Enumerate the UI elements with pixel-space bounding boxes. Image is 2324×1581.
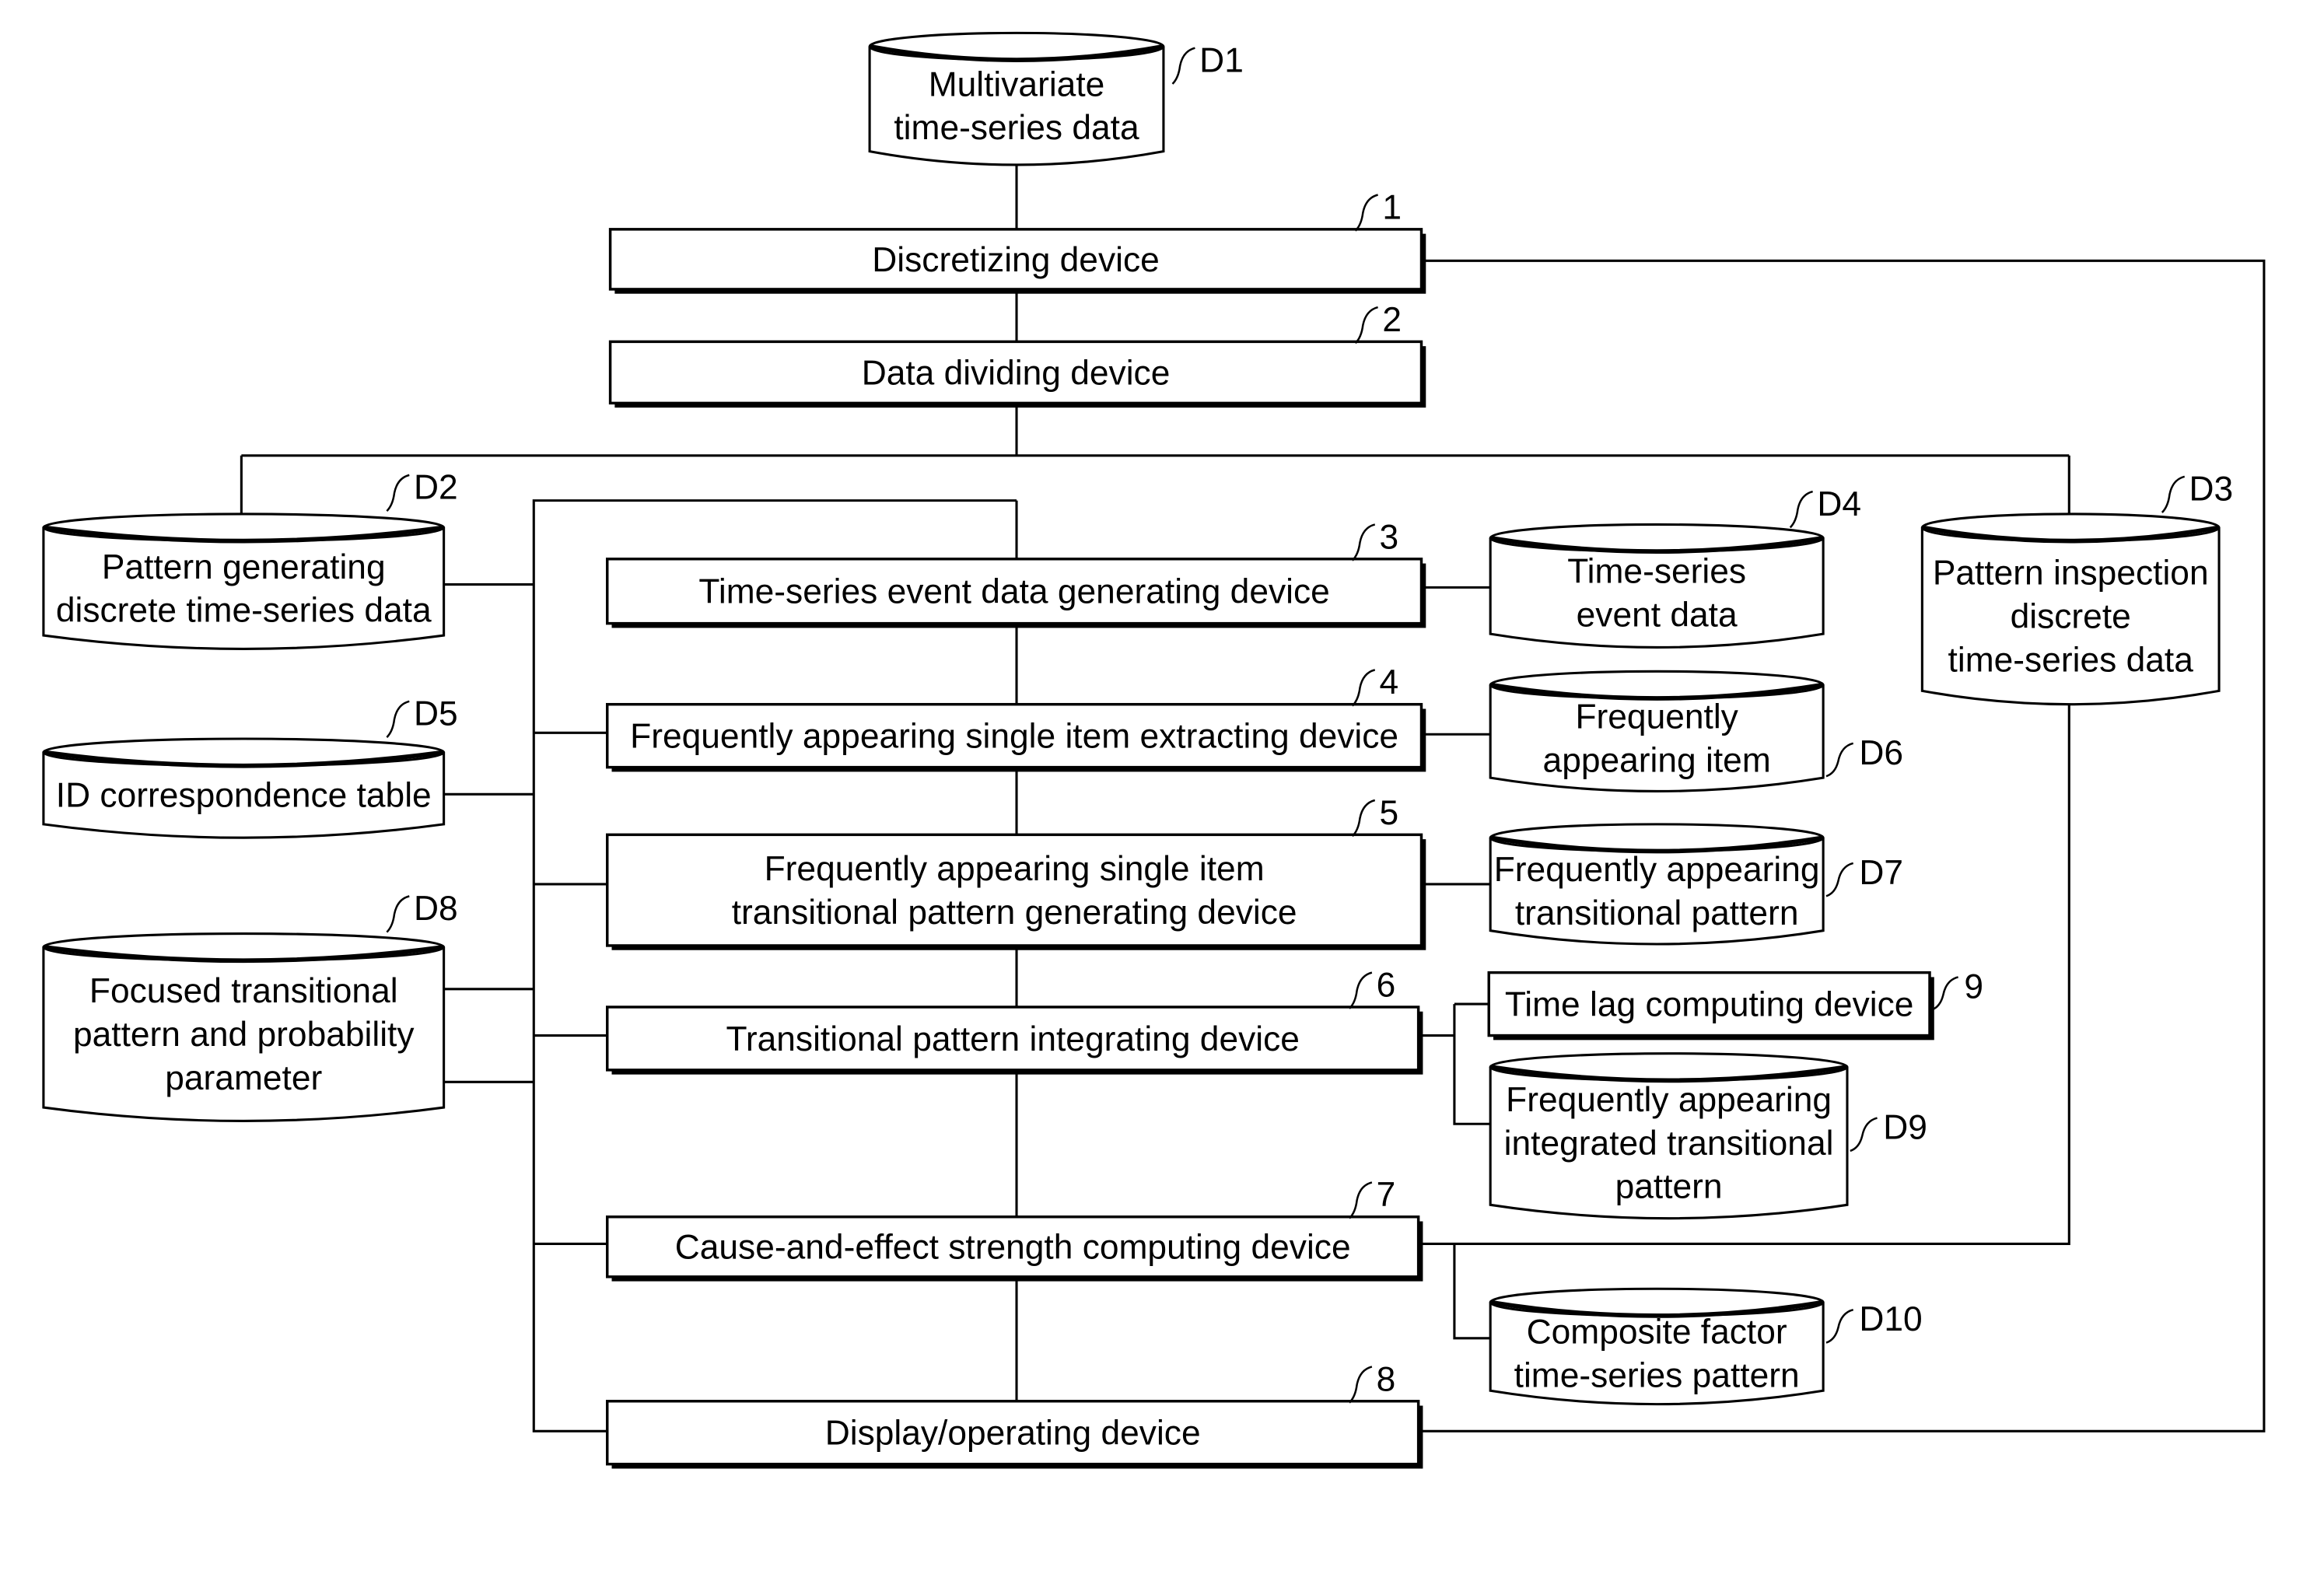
database-label: pattern xyxy=(1615,1168,1723,1206)
database-d2[interactable]: Pattern generating discrete time-series d… xyxy=(42,469,458,650)
device-label: Time-series event data generating device xyxy=(698,573,1329,611)
database-d6[interactable]: Frequently appearing item D6 xyxy=(1489,670,1903,792)
reference-number: 8 xyxy=(1377,1360,1396,1398)
connector-line xyxy=(1453,1243,1491,1340)
cylinder-top xyxy=(1920,512,2221,543)
reference-label: D8 xyxy=(414,890,458,928)
reference-leader-line xyxy=(1825,742,1854,778)
reference-leader-line xyxy=(1789,490,1814,529)
database-label: Frequently appearing xyxy=(1494,851,1820,889)
reference-leader-line xyxy=(1171,47,1195,85)
database-d3[interactable]: Pattern inspection discrete time-series da… xyxy=(1920,470,2234,706)
device-label: Discretizing device xyxy=(872,241,1159,279)
database-label: Frequently xyxy=(1575,698,1738,736)
reference-label: D9 xyxy=(1883,1109,1927,1147)
device-label: Time lag computing device xyxy=(1505,986,1914,1024)
device-label: Transitional pattern integrating device xyxy=(726,1020,1299,1058)
database-label: pattern and probability xyxy=(73,1016,415,1054)
database-label: Multivariate xyxy=(929,65,1105,103)
database-label: Time-series xyxy=(1567,553,1746,591)
device-box-6[interactable]: Transitional pattern integrating device 6 xyxy=(606,966,1423,1075)
reference-leader-line xyxy=(1351,799,1376,838)
reference-number: 3 xyxy=(1380,518,1399,556)
database-label: integrated transitional xyxy=(1504,1125,1834,1163)
database-d4[interactable]: Time-series event data D4 xyxy=(1489,485,1861,649)
database-label: discrete time-series data xyxy=(56,592,432,630)
reference-label: D5 xyxy=(414,695,458,733)
database-label: time-series pattern xyxy=(1514,1356,1800,1394)
reference-leader-line xyxy=(1825,862,1854,897)
reference-leader-line xyxy=(1354,194,1378,232)
reference-leader-line xyxy=(386,474,410,512)
database-label: Frequently appearing xyxy=(1506,1081,1832,1119)
reference-number: 6 xyxy=(1377,966,1396,1004)
connector-line xyxy=(1453,1004,1491,1125)
reference-label: D4 xyxy=(1817,485,1861,523)
reference-label: D10 xyxy=(1859,1300,1922,1338)
database-label: Focused transitional xyxy=(89,972,398,1010)
database-label: parameter xyxy=(165,1059,322,1097)
device-label: Data dividing device xyxy=(862,354,1171,392)
database-label: transitional pattern xyxy=(1515,894,1799,932)
reference-leader-line xyxy=(2161,475,2186,513)
database-d8[interactable]: Focused transitional pattern and probabil… xyxy=(42,890,458,1122)
database-label: time-series data xyxy=(1948,641,2194,679)
device-box-9[interactable]: Time lag computing device 9 xyxy=(1487,967,1983,1041)
reference-leader-line xyxy=(1349,1366,1373,1404)
reference-leader-line xyxy=(1354,306,1378,345)
connector-line xyxy=(532,499,1017,1432)
reference-leader-line xyxy=(1349,971,1373,1009)
reference-label: D1 xyxy=(1199,42,1244,80)
device-box-2[interactable]: Data dividing device 2 xyxy=(608,301,1426,408)
device-label: Display/operating device xyxy=(825,1415,1201,1453)
cylinder-top xyxy=(42,512,446,543)
reference-number: 9 xyxy=(1964,967,1983,1006)
reference-leader-line xyxy=(1351,523,1376,561)
reference-number: 1 xyxy=(1382,188,1402,226)
cylinder-top xyxy=(42,737,446,768)
reference-number: 2 xyxy=(1382,301,1402,339)
database-label: ID correspondence table xyxy=(56,777,432,815)
reference-label: D6 xyxy=(1859,734,1903,772)
database-d7[interactable]: Frequently appearing transitional pattern… xyxy=(1489,823,1903,946)
reference-leader-line xyxy=(1825,1308,1854,1344)
database-label: event data xyxy=(1577,596,1738,634)
reference-leader-line xyxy=(1349,1181,1373,1219)
reference-leader-line xyxy=(1850,1117,1878,1153)
reference-label: D7 xyxy=(1859,854,1903,892)
database-d10[interactable]: Composite factor time-series pattern D10 xyxy=(1489,1287,1923,1406)
device-box-8[interactable]: Display/operating device 8 xyxy=(606,1360,1423,1469)
database-label: Pattern generating xyxy=(102,548,386,586)
reference-leader-line xyxy=(386,700,410,738)
reference-number: 7 xyxy=(1377,1176,1396,1214)
cylinder-top xyxy=(1489,523,1825,553)
device-box-7[interactable]: Cause-and-effect strength computing devi… xyxy=(606,1176,1423,1282)
cylinder-top xyxy=(1489,670,1825,700)
database-label: time-series data xyxy=(894,109,1139,147)
database-label: discrete xyxy=(2011,597,2131,635)
device-label: Frequently appearing single item extract… xyxy=(630,718,1398,756)
device-box-1[interactable]: Discretizing device 1 xyxy=(608,188,1426,294)
database-label: Pattern inspection xyxy=(1933,554,2209,593)
reference-leader-line xyxy=(386,895,410,933)
block-diagram: Discretizing device 1 Data dividing device… xyxy=(42,31,2266,1469)
cylinder-top xyxy=(1489,1287,1825,1317)
reference-label: D2 xyxy=(414,469,458,507)
reference-leader-line xyxy=(1930,976,1958,1011)
database-label: Composite factor xyxy=(1527,1313,1787,1352)
reference-label: D3 xyxy=(2189,470,2234,509)
reference-number: 4 xyxy=(1380,663,1399,701)
device-label: Cause-and-effect strength computing devi… xyxy=(675,1229,1351,1267)
cylinder-body xyxy=(42,527,446,650)
device-label: Frequently appearing single item xyxy=(765,850,1265,888)
reference-number: 5 xyxy=(1380,794,1399,832)
database-label: appearing item xyxy=(1543,741,1771,779)
cylinder-top xyxy=(868,31,1165,61)
device-label: transitional pattern generating device xyxy=(732,894,1297,932)
cylinder-top xyxy=(1489,823,1825,853)
reference-leader-line xyxy=(1351,669,1376,707)
cylinder-top xyxy=(1489,1052,1849,1082)
cylinder-top xyxy=(42,932,446,962)
diagram-nodes: Discretizing device 1 Data dividing device… xyxy=(42,31,2234,1469)
